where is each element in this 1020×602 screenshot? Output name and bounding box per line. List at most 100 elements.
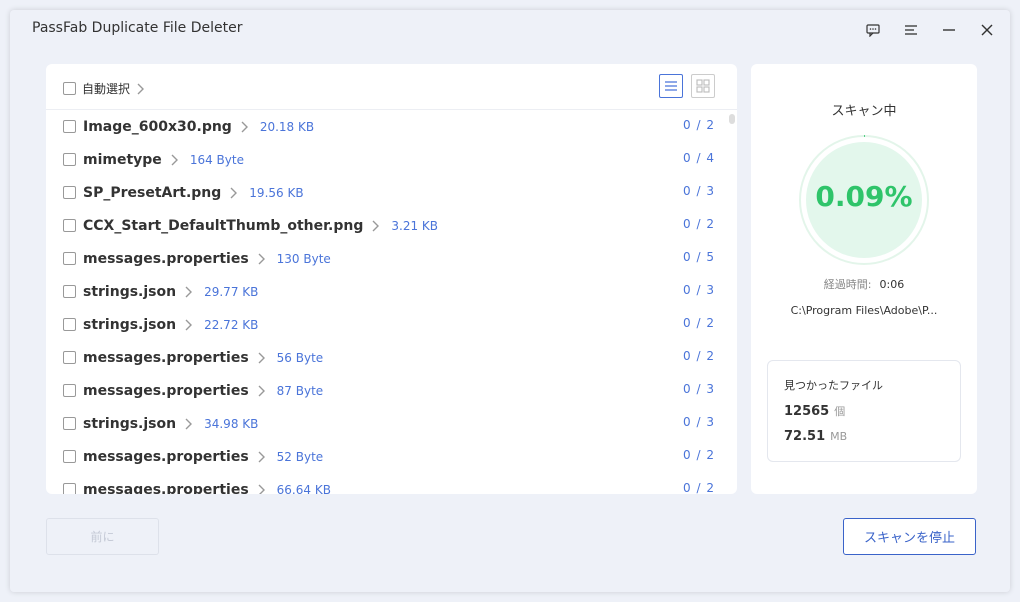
- feedback-button[interactable]: [862, 19, 884, 41]
- list-header: 自動選択: [46, 64, 737, 110]
- file-row-checkbox[interactable]: [63, 186, 76, 199]
- chevron-right-icon[interactable]: [184, 319, 193, 331]
- list-scrollbar[interactable]: [729, 114, 735, 124]
- file-name: CCX_Start_DefaultThumb_other.png: [83, 217, 364, 234]
- file-name: Image_600x30.png: [83, 118, 232, 135]
- file-size: 66.64 KB: [276, 482, 331, 495]
- file-row-checkbox[interactable]: [63, 252, 76, 265]
- file-row-checkbox[interactable]: [63, 285, 76, 298]
- file-row-checkbox[interactable]: [63, 153, 76, 166]
- minimize-icon: [943, 29, 955, 31]
- file-row-checkbox[interactable]: [63, 417, 76, 430]
- file-row[interactable]: strings.json 29.77 KB 0 / 3: [46, 275, 737, 308]
- file-row-checkbox[interactable]: [63, 120, 76, 133]
- selected-count: 0 / 3: [683, 382, 715, 396]
- file-row[interactable]: CCX_Start_DefaultThumb_other.png 3.21 KB 0…: [46, 209, 737, 242]
- file-size: 22.72 KB: [204, 317, 259, 332]
- file-row-checkbox[interactable]: [63, 318, 76, 331]
- file-name: strings.json: [83, 415, 177, 432]
- chevron-right-icon[interactable]: [257, 385, 265, 397]
- selected-count: 0 / 2: [683, 316, 715, 330]
- menu-button[interactable]: [900, 19, 922, 41]
- file-row[interactable]: messages.properties 87 Byte 0 / 3: [46, 374, 737, 407]
- file-row-checkbox[interactable]: [63, 384, 76, 397]
- message-icon: [866, 24, 880, 37]
- file-size: 52 Byte: [276, 449, 324, 464]
- chevron-right-icon[interactable]: [184, 286, 193, 298]
- back-button[interactable]: 前に: [46, 518, 159, 555]
- stop-scan-button[interactable]: スキャンを停止: [843, 518, 976, 555]
- file-row-checkbox[interactable]: [63, 219, 76, 232]
- auto-select-label: 自動選択: [82, 82, 131, 96]
- file-size: 20.18 KB: [259, 119, 315, 134]
- chevron-right-icon[interactable]: [229, 187, 238, 199]
- elapsed-time: 経過時間: 0:06: [751, 276, 977, 292]
- found-size-unit: MB: [830, 430, 848, 443]
- selected-count: 0 / 3: [683, 283, 715, 297]
- progress-percentage: 0.09%: [815, 180, 913, 213]
- chevron-right-icon[interactable]: [257, 484, 265, 495]
- minimize-button[interactable]: [938, 19, 960, 41]
- file-name: messages.properties: [83, 250, 249, 267]
- selected-count: 0 / 5: [683, 250, 715, 264]
- file-size: 3.21 KB: [391, 218, 439, 233]
- found-count-unit: 個: [834, 405, 846, 418]
- scan-status-panel: スキャン中 0.09% 経過時間: 0:06 C:\Program Files\A…: [751, 64, 977, 494]
- selected-count: 0 / 2: [683, 217, 715, 231]
- selected-count: 0 / 2: [683, 448, 715, 462]
- file-row[interactable]: strings.json 34.98 KB 0 / 3: [46, 407, 737, 440]
- chevron-right-icon[interactable]: [257, 451, 265, 463]
- file-size: 130 Byte: [276, 251, 331, 266]
- list-view-icon: [665, 81, 677, 91]
- file-row-checkbox[interactable]: [63, 483, 76, 494]
- file-size: 34.98 KB: [204, 416, 259, 431]
- close-button[interactable]: [976, 19, 998, 41]
- selected-count: 0 / 2: [683, 481, 715, 494]
- window-controls: [862, 19, 998, 41]
- app-window: PassFab Duplicate File Deleter 自動選択 Imag…: [10, 10, 1010, 592]
- file-row[interactable]: messages.properties 130 Byte 0 / 5: [46, 242, 737, 275]
- chevron-right-icon[interactable]: [184, 418, 193, 430]
- file-row[interactable]: SP_PresetArt.png 19.56 KB 0 / 3: [46, 176, 737, 209]
- file-name: mimetype: [83, 151, 162, 168]
- file-row[interactable]: messages.properties 66.64 KB 0 / 2: [46, 473, 737, 494]
- window-title: PassFab Duplicate File Deleter: [32, 20, 243, 36]
- scan-status-title: スキャン中: [831, 104, 897, 119]
- chevron-right-icon[interactable]: [136, 83, 145, 95]
- selected-count: 0 / 2: [683, 349, 715, 363]
- file-size: 56 Byte: [276, 350, 324, 365]
- file-size: 19.56 KB: [249, 185, 304, 200]
- file-row[interactable]: strings.json 22.72 KB 0 / 2: [46, 308, 737, 341]
- file-size: 29.77 KB: [204, 284, 259, 299]
- selected-count: 0 / 3: [683, 184, 715, 198]
- auto-select-checkbox[interactable]: [63, 82, 76, 95]
- file-row[interactable]: messages.properties 56 Byte 0 / 2: [46, 341, 737, 374]
- file-name: messages.properties: [83, 481, 249, 495]
- file-row-checkbox[interactable]: [63, 450, 76, 463]
- list-view-button[interactable]: [659, 74, 683, 98]
- file-row[interactable]: mimetype 164 Byte 0 / 4: [46, 143, 737, 176]
- selected-count: 0 / 3: [683, 415, 715, 429]
- view-mode-switch: [659, 74, 715, 98]
- file-row[interactable]: Image_600x30.png 20.18 KB 0 / 2: [46, 110, 737, 143]
- auto-select-toggle[interactable]: 自動選択: [63, 80, 145, 97]
- file-name: strings.json: [83, 316, 177, 333]
- menu-icon: [905, 25, 917, 35]
- close-icon: [981, 24, 993, 36]
- chevron-right-icon[interactable]: [257, 253, 265, 265]
- elapsed-value: 0:06: [879, 278, 905, 291]
- file-size: 164 Byte: [189, 152, 244, 167]
- selected-count: 0 / 2: [683, 118, 715, 132]
- chevron-right-icon[interactable]: [170, 154, 178, 166]
- chevron-right-icon[interactable]: [257, 352, 265, 364]
- file-row[interactable]: messages.properties 52 Byte 0 / 2: [46, 440, 737, 473]
- file-rows: Image_600x30.png 20.18 KB 0 / 2 mimetype 164…: [46, 110, 737, 494]
- file-row-checkbox[interactable]: [63, 351, 76, 364]
- found-size-value: 72.51: [784, 429, 826, 444]
- chevron-right-icon[interactable]: [371, 220, 380, 232]
- grid-view-button[interactable]: [691, 74, 715, 98]
- file-name: messages.properties: [83, 448, 249, 465]
- selected-count: 0 / 4: [683, 151, 715, 165]
- elapsed-label: 経過時間:: [823, 278, 872, 291]
- chevron-right-icon[interactable]: [240, 121, 248, 133]
